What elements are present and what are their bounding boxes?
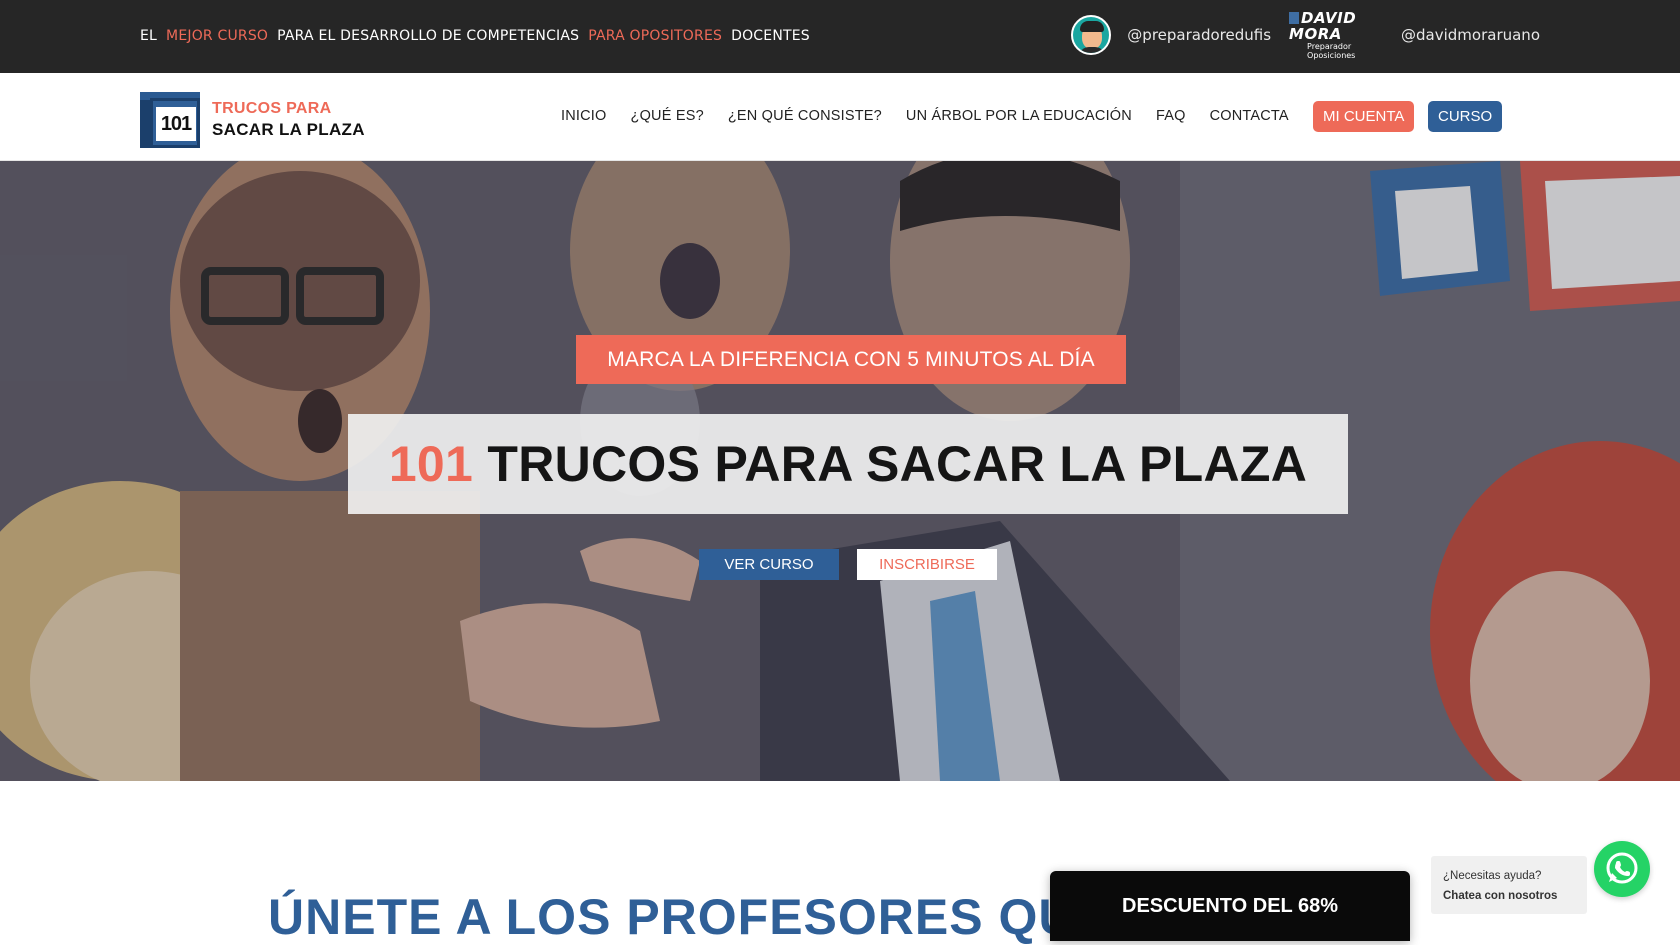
nav-item-que-es[interactable]: ¿QUÉ ES? [631, 108, 704, 124]
my-account-button[interactable]: MI CUENTA [1313, 101, 1415, 132]
logo-line-2: SACAR LA PLAZA [212, 120, 365, 139]
tagline-part: DOCENTES [731, 28, 810, 44]
tagline-highlight: PARA OPOSITORES [588, 28, 723, 44]
whatsapp-icon[interactable] [1594, 841, 1650, 897]
instagram-handle-link[interactable]: @preparadoredufis [1127, 26, 1271, 44]
nav-item-en-que-consiste[interactable]: ¿EN QUÉ CONSISTE? [728, 108, 882, 124]
chat-cta: Chatea con nosotros [1443, 890, 1558, 902]
hero-banner: MARCA LA DIFERENCIA CON 5 MINUTOS AL DÍA… [0, 161, 1680, 781]
curso-button[interactable]: CURSO [1428, 101, 1503, 132]
hero-title-box: 101 TRUCOS PARA SACAR LA PLAZA [348, 414, 1348, 514]
avatar-icon[interactable] [1071, 15, 1112, 55]
discount-card: DESCUENTO DEL 68% [1050, 871, 1410, 941]
site-logo[interactable]: 101 TRUCOS PARA SACAR LA PLAZA [140, 92, 370, 148]
logo-line-1: TRUCOS PARA [212, 100, 332, 117]
site-header: 101 TRUCOS PARA SACAR LA PLAZA INICIO ¿Q… [0, 73, 1680, 161]
ver-curso-button[interactable]: VER CURSO [699, 549, 839, 580]
nav-item-faq[interactable]: FAQ [1156, 108, 1186, 124]
tagline-part: EL [140, 28, 158, 44]
section-heading: ÚNETE A LOS PROFESORES QUE [268, 889, 1110, 945]
hero-title-text: TRUCOS PARA SACAR LA PLAZA [473, 436, 1308, 492]
tagline: EL MEJOR CURSO PARA EL DESARROLLO DE COM… [140, 28, 810, 46]
main-nav: INICIO ¿QUÉ ES? ¿EN QUÉ CONSISTE? UN ÁRB… [561, 108, 1289, 124]
nav-item-inicio[interactable]: INICIO [561, 108, 607, 124]
david-mora-logo[interactable]: DAVID MORA Preparador Oposiciones [1289, 10, 1397, 60]
tagline-part: PARA EL DESARROLLO DE COMPETENCIAS [277, 28, 580, 44]
hero-title: 101 TRUCOS PARA SACAR LA PLAZA [348, 414, 1348, 514]
hero-title-number: 101 [388, 436, 474, 492]
social-links: @preparadoredufis DAVID MORA Preparador … [1071, 10, 1540, 60]
top-bar: EL MEJOR CURSO PARA EL DESARROLLO DE COM… [0, 0, 1680, 73]
davidmora-handle-link[interactable]: @davidmoraruano [1401, 26, 1540, 44]
logo-number: 101 [156, 107, 196, 141]
dm-logo-subtitle: Preparador Oposiciones [1307, 42, 1356, 60]
hero-kicker: MARCA LA DIFERENCIA CON 5 MINUTOS AL DÍA [576, 335, 1126, 384]
nav-item-arbol[interactable]: UN ÁRBOL POR LA EDUCACIÓN [906, 108, 1132, 124]
dm-logo-title: DAVID MORA [1289, 9, 1357, 43]
chat-question: ¿Necesitas ayuda? [1443, 870, 1542, 882]
nav-item-contacta[interactable]: CONTACTA [1210, 108, 1289, 124]
inscribirse-button[interactable]: INSCRIBIRSE [857, 549, 997, 580]
discount-text: DESCUENTO DEL 68% [1122, 895, 1338, 917]
chat-help-bubble[interactable]: ¿Necesitas ayuda? Chatea con nosotros [1431, 856, 1587, 914]
tagline-highlight: MEJOR CURSO [166, 28, 269, 44]
